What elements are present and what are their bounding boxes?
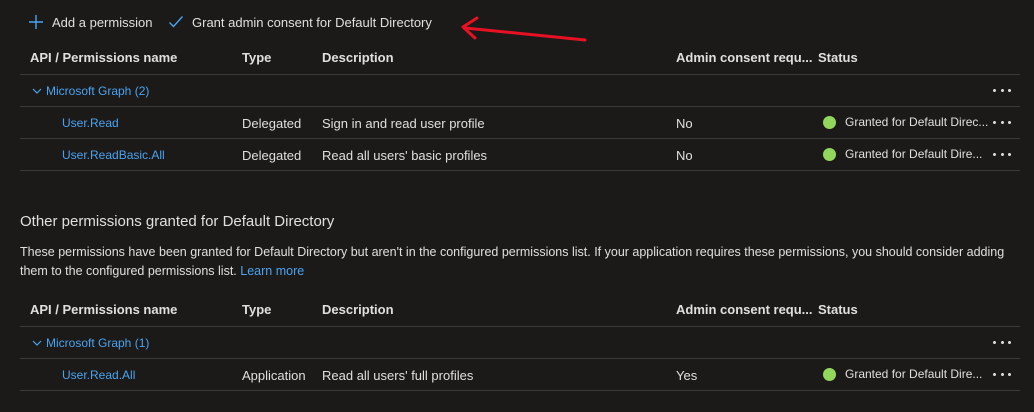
permission-type: Delegated (242, 148, 302, 163)
permission-description: Read all users' basic profiles (322, 148, 488, 163)
permission-description: Read all users' full profiles (322, 368, 474, 383)
description-text: These permissions have been granted for … (20, 245, 1005, 278)
column-header-admin-consent[interactable]: Admin consent requ... (676, 302, 813, 317)
column-header-name[interactable]: API / Permissions name (30, 302, 177, 317)
status-granted: Granted for Default Dire... (823, 367, 982, 381)
checkmark-icon (169, 16, 184, 28)
grant-admin-consent-label: Grant admin consent for Default Director… (192, 14, 432, 30)
group-more-button[interactable] (993, 335, 1011, 349)
group-more-button[interactable] (993, 83, 1011, 97)
add-permission-label: Add a permission (52, 14, 153, 30)
status-granted: Granted for Default Direc... (823, 115, 988, 129)
divider (20, 138, 1020, 139)
grant-admin-consent-button[interactable]: Grant admin consent for Default Director… (168, 12, 432, 32)
permission-name-link[interactable]: User.ReadBasic.All (62, 148, 165, 162)
row-more-button[interactable] (993, 147, 1011, 161)
divider (20, 74, 1020, 75)
status-text: Granted for Default Dire... (845, 367, 983, 381)
status-granted: Granted for Default Dire... (823, 147, 982, 161)
divider (20, 170, 1020, 171)
green-dot-icon (823, 147, 836, 161)
permission-type: Delegated (242, 116, 302, 131)
column-header-name[interactable]: API / Permissions name (30, 50, 177, 65)
admin-consent-required: Yes (676, 368, 698, 383)
column-header-status[interactable]: Status (818, 50, 858, 65)
permission-description: Sign in and read user profile (322, 116, 485, 131)
annotation-arrow (461, 16, 587, 42)
divider (20, 390, 1020, 391)
permission-type: Application (242, 368, 306, 383)
green-dot-icon (823, 367, 836, 381)
row-more-button[interactable] (993, 115, 1011, 129)
divider (20, 358, 1020, 359)
divider (20, 106, 1020, 107)
section-title: Other permissions granted for Default Di… (20, 213, 335, 230)
group-microsoft-graph[interactable]: Microsoft Graph (2) (32, 84, 149, 98)
permission-name-link[interactable]: User.Read.All (62, 368, 135, 382)
status-text: Granted for Default Direc... (845, 115, 989, 129)
learn-more-link[interactable]: Learn more (240, 264, 304, 278)
section-description: These permissions have been granted for … (20, 243, 1020, 281)
add-permission-button[interactable]: Add a permission (28, 12, 152, 32)
row-more-button[interactable] (993, 367, 1011, 381)
status-text: Granted for Default Dire... (845, 147, 983, 161)
chevron-down-icon (32, 88, 42, 94)
column-header-admin-consent[interactable]: Admin consent requ... (676, 50, 813, 65)
column-header-description[interactable]: Description (322, 50, 394, 65)
permission-name-link[interactable]: User.Read (62, 116, 119, 130)
chevron-down-icon (32, 340, 42, 346)
column-header-type[interactable]: Type (242, 302, 271, 317)
divider (20, 326, 1020, 327)
admin-consent-required: No (676, 148, 693, 163)
plus-icon (29, 15, 43, 29)
admin-consent-required: No (676, 116, 693, 131)
column-header-description[interactable]: Description (322, 302, 394, 317)
column-header-type[interactable]: Type (242, 50, 271, 65)
group-label: Microsoft Graph (1) (46, 336, 150, 350)
group-microsoft-graph[interactable]: Microsoft Graph (1) (32, 336, 149, 350)
column-header-status[interactable]: Status (818, 302, 858, 317)
group-label: Microsoft Graph (2) (46, 84, 150, 98)
green-dot-icon (823, 115, 836, 129)
